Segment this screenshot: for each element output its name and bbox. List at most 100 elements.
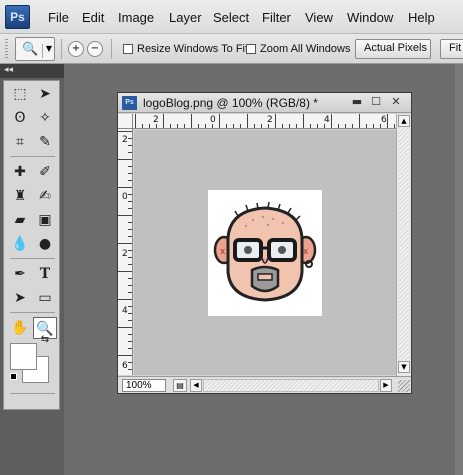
crop-tool-icon[interactable]: ⌗ <box>8 131 32 153</box>
ruler-tick <box>212 124 213 128</box>
actual-pixels-button[interactable]: Actual Pixels <box>355 39 431 59</box>
canvas-area[interactable]: x x <box>134 130 396 375</box>
scroll-right-icon[interactable]: ▶ <box>380 379 392 392</box>
ruler-tick <box>128 194 132 195</box>
zoom-level-field[interactable]: 100% <box>122 379 166 392</box>
zoom-all-windows-checkbox[interactable] <box>246 44 256 54</box>
eraser-tool-icon[interactable]: ▰ <box>8 209 32 231</box>
zoom-all-windows-label: Zoom All Windows <box>260 43 351 55</box>
menu-filter[interactable]: Filter <box>262 10 291 25</box>
ruler-tick <box>118 271 132 272</box>
marquee-tool-icon[interactable]: ⬚ <box>8 83 32 105</box>
ruler-tick <box>170 124 171 128</box>
ruler-tick <box>128 173 132 174</box>
tool-preset-picker[interactable]: 🔍 ▼ <box>15 37 55 61</box>
vertical-ruler[interactable]: 2 0 2 4 6 <box>118 129 133 375</box>
move-tool-icon[interactable]: ➤ <box>33 83 57 105</box>
hand-tool-icon[interactable]: ✋ <box>8 317 32 339</box>
tools-panel: ◂◂ ⬚ ➤ ʘ ✧ ⌗ ✎ ✚ ✐ ♜ ✍ ▰ ▣ 💧 ● ✒ T ➤ ▭ ✋… <box>0 64 64 475</box>
swap-colors-icon[interactable]: ⇆ <box>38 333 52 347</box>
horizontal-ruler[interactable]: 2 0 2 4 6 <box>133 114 396 129</box>
magic-wand-tool-icon[interactable]: ✧ <box>33 107 57 129</box>
menu-help[interactable]: Help <box>408 10 435 25</box>
lasso-tool-icon[interactable]: ʘ <box>8 107 32 129</box>
ruler-tick <box>198 124 199 128</box>
document-title-bar[interactable]: Ps logoBlog.png @ 100% (RGB/8) * ▬ ☐ ✕ <box>118 93 411 113</box>
ruler-tick <box>387 114 388 128</box>
maximize-icon[interactable]: ☐ <box>369 95 383 109</box>
minimize-icon[interactable]: ▬ <box>350 95 364 109</box>
ruler-tick <box>118 355 132 356</box>
history-brush-tool-icon[interactable]: ✍ <box>33 185 57 207</box>
ruler-tick <box>128 313 132 314</box>
zoom-in-icon[interactable]: + <box>68 41 84 57</box>
ruler-tick <box>226 124 227 128</box>
menu-image[interactable]: Image <box>118 10 154 25</box>
ruler-origin[interactable] <box>118 114 133 129</box>
ruler-tick <box>128 369 132 370</box>
menu-layer[interactable]: Layer <box>169 10 202 25</box>
default-colors-icon[interactable] <box>10 373 17 380</box>
menu-edit[interactable]: Edit <box>82 10 104 25</box>
dodge-tool-icon[interactable]: ● <box>33 233 57 255</box>
options-bar-grip[interactable] <box>5 39 8 59</box>
ruler-tick <box>205 124 206 128</box>
gradient-tool-icon[interactable]: ▣ <box>33 209 57 231</box>
svg-text:x: x <box>303 247 309 257</box>
ruler-tick <box>118 159 132 160</box>
ruler-tick <box>184 124 185 128</box>
ruler-tick <box>128 264 132 265</box>
fit-screen-button[interactable]: Fit S <box>440 39 463 59</box>
type-tool-icon[interactable]: T <box>33 263 57 285</box>
pen-tool-icon[interactable]: ✒ <box>8 263 32 285</box>
healing-brush-tool-icon[interactable]: ✚ <box>8 161 32 183</box>
vertical-scrollbar[interactable]: ▲ ▼ <box>396 114 411 376</box>
menu-file[interactable]: File <box>48 10 69 25</box>
ruler-tick <box>128 201 132 202</box>
zoom-out-icon[interactable]: − <box>87 41 103 57</box>
scroll-left-icon[interactable]: ◀ <box>190 379 202 392</box>
vertical-scroll-track[interactable] <box>399 128 409 360</box>
tools-panel-collapse[interactable]: ◂◂ <box>0 64 64 78</box>
ruler-tick <box>317 124 318 128</box>
ruler-label: 4 <box>122 306 128 316</box>
menu-view[interactable]: View <box>305 10 333 25</box>
ruler-tick <box>191 114 192 128</box>
ruler-tick <box>118 327 132 328</box>
ruler-label: 2 <box>122 135 128 145</box>
path-selection-tool-icon[interactable]: ➤ <box>8 287 32 309</box>
ruler-tick <box>128 348 132 349</box>
svg-text:x: x <box>220 247 226 257</box>
ruler-tick <box>149 124 150 128</box>
foreground-color-swatch[interactable] <box>10 343 37 370</box>
shape-tool-icon[interactable]: ▭ <box>33 287 57 309</box>
document-info-icon[interactable]: ▤ <box>173 379 187 392</box>
separator <box>111 39 112 59</box>
ruler-tick <box>128 145 132 146</box>
clone-stamp-tool-icon[interactable]: ♜ <box>8 185 32 207</box>
scroll-down-icon[interactable]: ▼ <box>398 361 410 373</box>
ruler-label: 6 <box>122 361 128 371</box>
horizontal-scroll-track[interactable] <box>203 379 379 392</box>
scroll-up-icon[interactable]: ▲ <box>398 115 410 127</box>
ruler-tick <box>128 320 132 321</box>
menu-window[interactable]: Window <box>347 10 393 25</box>
document-image[interactable]: x x <box>208 190 322 316</box>
ruler-tick <box>247 114 248 128</box>
ruler-tick <box>394 124 395 128</box>
close-icon[interactable]: ✕ <box>389 95 403 109</box>
divider <box>10 258 55 259</box>
blur-tool-icon[interactable]: 💧 <box>8 233 32 255</box>
ruler-tick <box>261 124 262 128</box>
bald-man-avatar-illustration: x x <box>213 201 317 302</box>
ruler-tick <box>359 114 360 128</box>
brush-tool-icon[interactable]: ✐ <box>33 161 57 183</box>
menu-select[interactable]: Select <box>213 10 249 25</box>
ruler-tick <box>177 124 178 128</box>
resize-grip[interactable] <box>398 380 410 392</box>
eyedropper-tool-icon[interactable]: ✎ <box>33 131 57 153</box>
ruler-tick <box>128 285 132 286</box>
ruler-tick <box>380 124 381 128</box>
divider <box>10 393 55 394</box>
resize-windows-checkbox[interactable] <box>123 44 133 54</box>
